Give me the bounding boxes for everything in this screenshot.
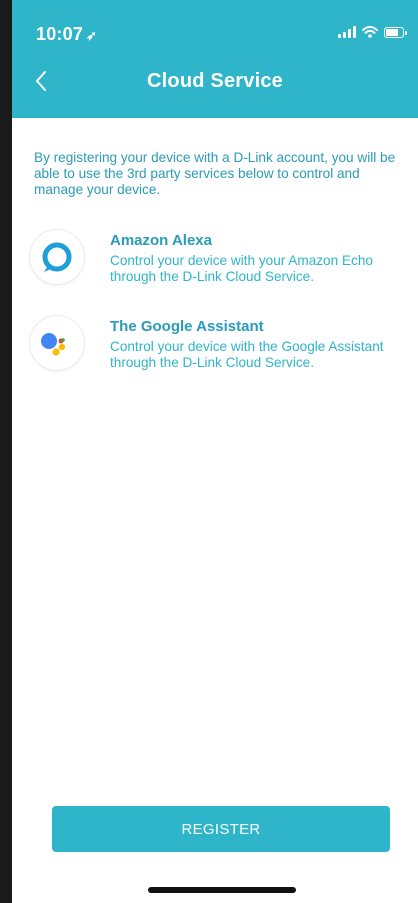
home-indicator: [148, 887, 296, 893]
cellular-signal-icon: [338, 26, 356, 38]
battery-icon: [384, 26, 407, 38]
wifi-icon: [362, 26, 378, 38]
status-bar-time: 10:07 ➶: [36, 24, 97, 45]
service-name: Amazon Alexa: [110, 232, 212, 249]
location-arrow-icon: ➶: [86, 28, 98, 43]
time-label: 10:07: [36, 24, 84, 44]
service-description: Control your device with your Amazon Ech…: [110, 253, 373, 284]
service-description: Control your device with the Google Assi…: [110, 339, 384, 370]
service-name: The Google Assistant: [110, 318, 264, 335]
header-bar: 10:07 ➶ Cloud Service: [12, 0, 418, 118]
service-item-amazon-alexa[interactable]: Amazon Alexa Control your device with yo…: [30, 230, 410, 290]
status-icons: [338, 26, 407, 38]
page-title: Cloud Service: [147, 70, 283, 92]
google-assistant-icon: [30, 316, 84, 370]
register-button[interactable]: REGISTER: [52, 806, 390, 852]
intro-text: By registering your device with a D-Link…: [34, 150, 396, 197]
app-screen: 10:07 ➶ Cloud Service By registering your…: [12, 0, 418, 903]
amazon-alexa-icon: [30, 230, 84, 284]
service-item-google-assistant[interactable]: The Google Assistant Control your device…: [30, 316, 410, 376]
